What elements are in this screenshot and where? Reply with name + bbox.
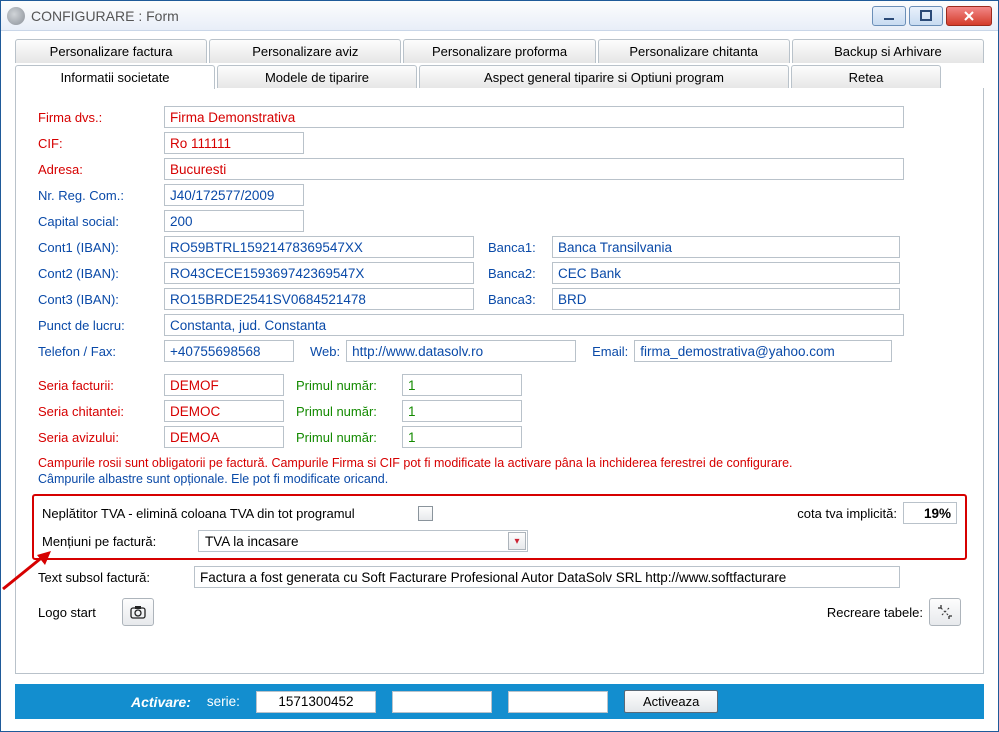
- tab-modele-tiparire[interactable]: Modele de tiparire: [217, 65, 417, 89]
- tab-personalizare-factura[interactable]: Personalizare factura: [15, 39, 207, 63]
- hint-required: Campurile rosii sunt obligatorii pe fact…: [38, 456, 961, 470]
- nrreg-field[interactable]: [164, 184, 304, 206]
- label-adresa: Adresa:: [38, 162, 158, 177]
- cont3-field[interactable]: [164, 288, 474, 310]
- cota-field[interactable]: [903, 502, 957, 524]
- act-serie-field[interactable]: [256, 691, 376, 713]
- subsol-field[interactable]: [194, 566, 900, 588]
- label-primul-a: Primul număr:: [296, 430, 396, 445]
- label-cont2: Cont2 (IBAN):: [38, 266, 158, 281]
- act-field-2[interactable]: [392, 691, 492, 713]
- label-neplatitor: Neplătitor TVA - elimină coloana TVA din…: [42, 506, 412, 521]
- tabs-top: Personalizare factura Personalizare aviz…: [15, 39, 984, 63]
- label-nrreg: Nr. Reg. Com.:: [38, 188, 158, 203]
- hint-optional: Câmpurile albastre sunt opționale. Ele p…: [38, 472, 961, 486]
- label-banca1: Banca1:: [488, 240, 546, 255]
- banca3-field[interactable]: [552, 288, 900, 310]
- tab-content: Firma dvs.: CIF: Adresa: Nr. Reg. Com.: …: [15, 88, 984, 674]
- label-mentiuni: Mențiuni pe factură:: [42, 534, 192, 549]
- highlight-box: Neplătitor TVA - elimină coloana TVA din…: [32, 494, 967, 560]
- tab-backup-arhivare[interactable]: Backup si Arhivare: [792, 39, 984, 63]
- camera-icon: [130, 605, 146, 619]
- label-cota: cota tva implicită:: [797, 506, 897, 521]
- tab-personalizare-proforma[interactable]: Personalizare proforma: [403, 39, 595, 63]
- telfax-field[interactable]: [164, 340, 294, 362]
- app-icon: [7, 7, 25, 25]
- capital-field[interactable]: [164, 210, 304, 232]
- refresh-tables-icon: [937, 604, 953, 620]
- primul-a-field[interactable]: [402, 426, 522, 448]
- email-field[interactable]: [634, 340, 892, 362]
- label-cont1: Cont1 (IBAN):: [38, 240, 158, 255]
- cif-field[interactable]: [164, 132, 304, 154]
- mentiuni-select[interactable]: TVA la incasare ▾: [198, 530, 528, 552]
- label-firma: Firma dvs.:: [38, 110, 158, 125]
- label-seria-chitantei: Seria chitantei:: [38, 404, 158, 419]
- tabs-bottom: Informatii societate Modele de tiparire …: [15, 65, 984, 89]
- label-web: Web:: [310, 344, 340, 359]
- recreare-button[interactable]: [929, 598, 961, 626]
- label-seria-avizului: Seria avizului:: [38, 430, 158, 445]
- label-banca3: Banca3:: [488, 292, 546, 307]
- tab-aspect-optiuni[interactable]: Aspect general tiparire si Optiuni progr…: [419, 65, 789, 89]
- window-title: CONFIGURARE : Form: [31, 8, 872, 24]
- maximize-button[interactable]: [909, 6, 943, 26]
- label-serie: serie:: [207, 694, 240, 709]
- banca1-field[interactable]: [552, 236, 900, 258]
- label-capital: Capital social:: [38, 214, 158, 229]
- chevron-down-icon: ▾: [508, 532, 526, 550]
- cont1-field[interactable]: [164, 236, 474, 258]
- seria-chitantei-field[interactable]: [164, 400, 284, 422]
- mentiuni-value: TVA la incasare: [199, 534, 507, 549]
- tab-informatii-societate[interactable]: Informatii societate: [15, 65, 215, 89]
- label-cont3: Cont3 (IBAN):: [38, 292, 158, 307]
- act-field-3[interactable]: [508, 691, 608, 713]
- primul-f-field[interactable]: [402, 374, 522, 396]
- label-primul-c: Primul număr:: [296, 404, 396, 419]
- neplatitor-checkbox[interactable]: [418, 506, 433, 521]
- label-seria-facturii: Seria facturii:: [38, 378, 158, 393]
- logo-button[interactable]: [122, 598, 154, 626]
- label-logo: Logo start: [38, 605, 116, 620]
- tab-retea[interactable]: Retea: [791, 65, 941, 89]
- punct-field[interactable]: [164, 314, 904, 336]
- label-recreare: Recreare tabele:: [827, 605, 923, 620]
- banca2-field[interactable]: [552, 262, 900, 284]
- label-cif: CIF:: [38, 136, 158, 151]
- close-button[interactable]: [946, 6, 992, 26]
- tab-personalizare-aviz[interactable]: Personalizare aviz: [209, 39, 401, 63]
- web-field[interactable]: [346, 340, 576, 362]
- label-banca2: Banca2:: [488, 266, 546, 281]
- label-activare: Activare:: [131, 694, 191, 710]
- titlebar: CONFIGURARE : Form: [1, 1, 998, 31]
- adresa-field[interactable]: [164, 158, 904, 180]
- minimize-button[interactable]: [872, 6, 906, 26]
- label-email: Email:: [592, 344, 628, 359]
- seria-avizului-field[interactable]: [164, 426, 284, 448]
- label-punct: Punct de lucru:: [38, 318, 158, 333]
- cont2-field[interactable]: [164, 262, 474, 284]
- activate-bar: Activare: serie: Activeaza: [15, 684, 984, 719]
- primul-c-field[interactable]: [402, 400, 522, 422]
- label-primul-f: Primul număr:: [296, 378, 396, 393]
- seria-facturii-field[interactable]: [164, 374, 284, 396]
- tab-personalizare-chitanta[interactable]: Personalizare chitanta: [598, 39, 790, 63]
- activeaza-button[interactable]: Activeaza: [624, 690, 718, 713]
- firma-field[interactable]: [164, 106, 904, 128]
- label-telfax: Telefon / Fax:: [38, 344, 158, 359]
- label-subsol: Text subsol factură:: [38, 570, 188, 585]
